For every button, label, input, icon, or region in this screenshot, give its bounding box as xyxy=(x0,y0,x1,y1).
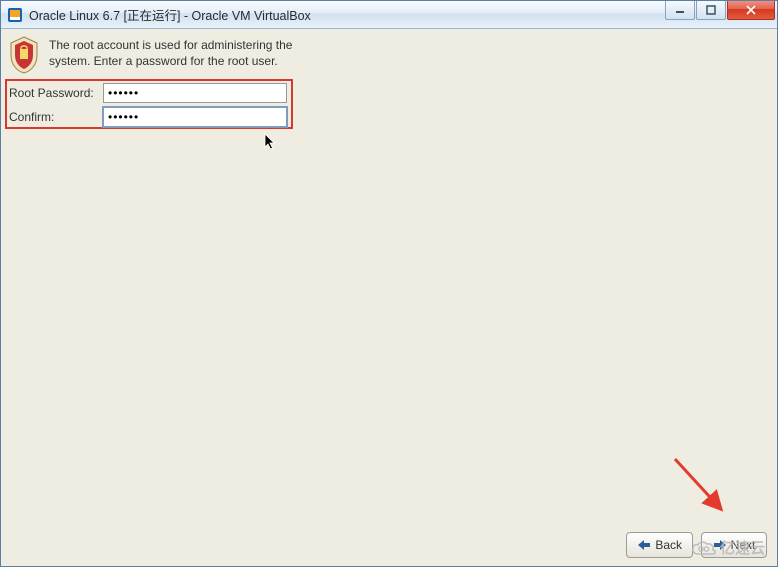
cursor-icon xyxy=(264,133,278,154)
maximize-button[interactable] xyxy=(696,1,726,20)
installer-page: The root account is used for administeri… xyxy=(1,29,777,566)
back-button[interactable]: Back xyxy=(626,532,693,558)
arrow-left-icon xyxy=(637,539,651,551)
minimize-button[interactable] xyxy=(665,1,695,20)
root-shield-icon xyxy=(7,35,41,75)
confirm-password-row: Confirm: xyxy=(9,107,287,127)
window-title: Oracle Linux 6.7 [正在运行] - Oracle VM Virt… xyxy=(29,5,665,24)
confirm-password-label: Confirm: xyxy=(9,110,103,124)
virtualbox-icon xyxy=(7,7,23,23)
next-button[interactable]: Next xyxy=(701,532,767,558)
arrow-right-icon xyxy=(713,539,727,551)
window-controls xyxy=(665,1,775,28)
description-text: The root account is used for administeri… xyxy=(49,35,293,69)
root-password-label: Root Password: xyxy=(9,86,103,100)
next-button-label: Next xyxy=(731,538,756,552)
annotation-arrow-icon xyxy=(673,457,729,520)
root-password-input[interactable] xyxy=(103,83,287,103)
navigation-bar: Back Next xyxy=(1,524,777,566)
description-box: The root account is used for administeri… xyxy=(7,35,293,75)
confirm-password-input[interactable] xyxy=(103,107,287,127)
window-titlebar[interactable]: Oracle Linux 6.7 [正在运行] - Oracle VM Virt… xyxy=(1,1,777,29)
root-password-row: Root Password: xyxy=(9,83,287,103)
back-button-label: Back xyxy=(655,538,682,552)
close-button[interactable] xyxy=(727,1,775,20)
virtualbox-window: Oracle Linux 6.7 [正在运行] - Oracle VM Virt… xyxy=(0,0,778,567)
